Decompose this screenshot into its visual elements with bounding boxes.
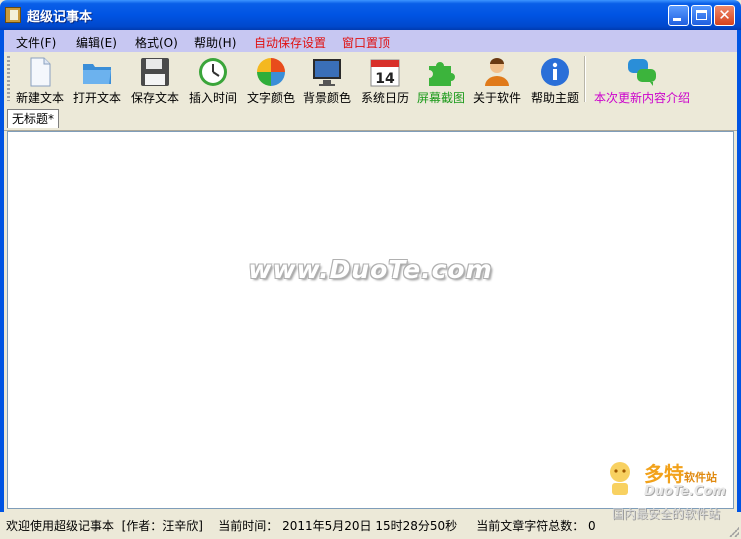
duote-url: DuoTe.Com [644,484,726,499]
svg-text:14: 14 [375,71,395,87]
toolbar-button-new-document[interactable]: 新建文本 [12,54,68,105]
duote-brand: 多特软件站 [644,462,717,486]
menu-format[interactable]: 格式(O) [135,34,178,51]
toolbar-button-clock[interactable]: 插入时间 [186,54,240,105]
toolbar-label: 新建文本 [15,91,64,105]
status-text: 欢迎使用超级记事本 [作者：汪辛欣] 当前时间： 2011年5月20日 15时2… [6,519,596,533]
toolbar-label: 插入时间 [188,91,237,105]
close-icon: ✕ [718,6,731,24]
window-title: 超级记事本 [27,10,93,25]
toolbar-label: 背景颜色 [302,91,351,105]
menu-window-topmost[interactable]: 窗口置顶 [342,34,390,51]
toolbar-button-puzzle[interactable]: 屏幕截图 [414,54,468,105]
menu-autosave-settings[interactable]: 自动保存设置 [254,34,326,51]
toolbar-label: 关于软件 [472,91,521,105]
toolbar-label: 保存文本 [130,91,179,105]
calendar-icon: 14 [369,56,401,88]
toolbar: 新建文本 打开文本 保存文本 插入时间 文字颜色 背景颜色 14 系统日历 屏幕截图 关于软件 帮助… [4,52,737,105]
toolbar-label: 屏幕截图 [416,91,465,105]
window-border-right [737,30,741,539]
text-editor-area[interactable]: www.DuoTe.com [7,131,734,509]
menu-bar: 文件(F) 编辑(E) 格式(O) 帮助(H) 自动保存设置 窗口置顶 [4,30,737,52]
close-button[interactable]: ✕ [714,5,735,26]
menu-edit[interactable]: 编辑(E) [76,34,117,51]
user-icon [481,56,513,88]
notepad-app-icon[interactable] [5,7,21,23]
monitor-icon [311,56,343,88]
menu-file[interactable]: 文件(F) [16,34,56,51]
resize-grip[interactable] [729,527,739,537]
toolbar-label: 文字颜色 [246,91,295,105]
menu-help[interactable]: 帮助(H) [194,34,236,51]
tab-strip: 无标题* [4,105,737,131]
toolbar-button-calendar[interactable]: 14 系统日历 [358,54,412,105]
toolbar-button-save-floppy[interactable]: 保存文本 [128,54,182,105]
tab-untitled[interactable]: 无标题* [7,109,60,128]
toolbar-button-chat-bubbles[interactable]: 本次更新内容介绍 [590,54,694,105]
new-document-icon [24,56,56,88]
chat-bubbles-icon [626,56,658,88]
duote-slogan: 国内最安全的软件站 [612,507,721,521]
maximize-icon [696,10,707,20]
toolbar-button-info[interactable]: 帮助主题 [528,54,582,105]
toolbar-button-pie-color[interactable]: 文字颜色 [244,54,298,105]
open-folder-icon [81,56,113,88]
duote-corner-logo: 多特软件站 DuoTe.Com 国内最安全的软件站 [604,458,737,528]
toolbar-label: 打开文本 [72,91,121,105]
pie-color-icon [255,56,287,88]
maximize-button[interactable] [691,5,712,26]
toolbar-label: 本次更新内容介绍 [593,91,690,105]
minimize-icon [673,18,681,21]
toolbar-separator [584,56,586,102]
toolbar-label: 帮助主题 [530,91,579,105]
info-icon [539,56,571,88]
toolbar-button-monitor[interactable]: 背景颜色 [300,54,354,105]
toolbar-button-open-folder[interactable]: 打开文本 [70,54,124,105]
title-bar[interactable]: 超级记事本 ✕ [0,0,741,30]
toolbar-button-user[interactable]: 关于软件 [470,54,524,105]
toolbar-grip[interactable] [7,56,10,101]
watermark: www.DuoTe.com [248,255,493,284]
minimize-button[interactable] [668,5,689,26]
toolbar-label: 系统日历 [360,91,409,105]
save-floppy-icon [139,56,171,88]
puzzle-icon [425,56,457,88]
clock-icon [197,56,229,88]
duote-mascot-icon [610,462,630,495]
